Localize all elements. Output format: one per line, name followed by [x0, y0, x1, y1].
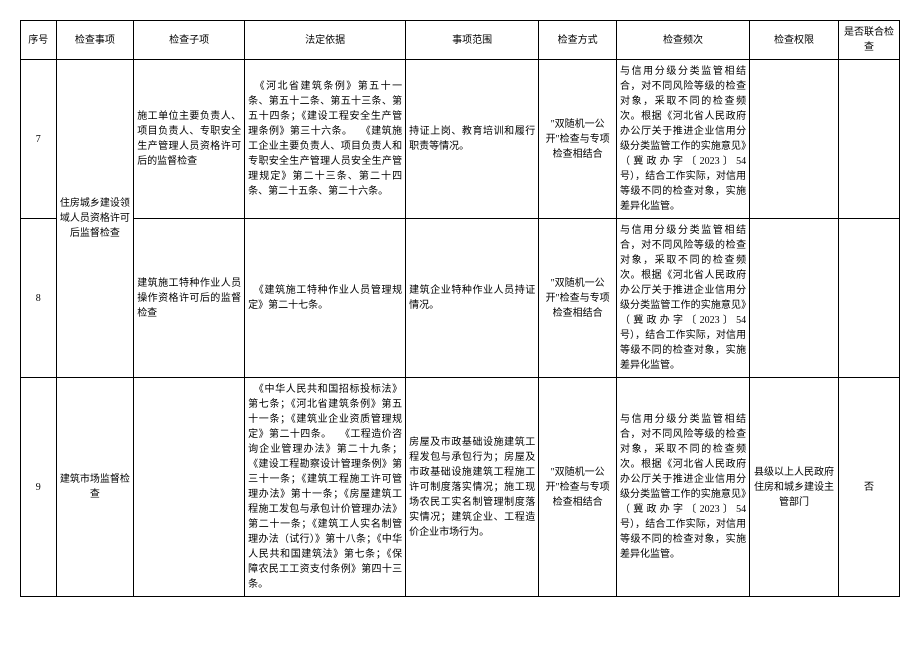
cell-basis: 《建筑施工特种作业人员管理规定》第二十七条。: [245, 219, 406, 378]
header-method: 检查方式: [539, 21, 617, 60]
table-row: 9 建筑市场监督检查 《中华人民共和国招标投标法》第七条；《河北省建筑条例》第五…: [21, 378, 900, 597]
cell-method: "双随机一公开"检查与专项检查相结合: [539, 378, 617, 597]
cell-subitem: 建筑施工特种作业人员操作资格许可后的监督检查: [134, 219, 245, 378]
cell-method: "双随机一公开"检查与专项检查相结合: [539, 219, 617, 378]
header-item: 检查事项: [56, 21, 134, 60]
header-joint: 是否联合检查: [838, 21, 899, 60]
table-row: 8 建筑施工特种作业人员操作资格许可后的监督检查 《建筑施工特种作业人员管理规定…: [21, 219, 900, 378]
cell-basis: 《河北省建筑条例》第五十一条、第五十二条、第五十三条、第五十四条；《建设工程安全…: [245, 60, 406, 219]
cell-method: "双随机一公开"检查与专项检查相结合: [539, 60, 617, 219]
cell-subitem: [134, 378, 245, 597]
cell-subitem: 施工单位主要负责人、项目负责人、专职安全生产管理人员资格许可后的监督检查: [134, 60, 245, 219]
cell-joint: [838, 219, 899, 378]
cell-auth: [750, 60, 839, 219]
cell-seq: 7: [21, 60, 57, 219]
table-header-row: 序号 检查事项 检查子项 法定依据 事项范围 检查方式 检查频次 检查权限 是否…: [21, 21, 900, 60]
cell-freq: 与信用分级分类监管相结合，对不同风险等级的检查对象，采取不同的检查频次。根据《河…: [616, 60, 749, 219]
cell-item: 建筑市场监督检查: [56, 378, 134, 597]
cell-joint: [838, 60, 899, 219]
cell-scope: 建筑企业特种作业人员持证情况。: [406, 219, 539, 378]
cell-scope: 持证上岗、教育培训和履行职责等情况。: [406, 60, 539, 219]
cell-joint: 否: [838, 378, 899, 597]
header-scope: 事项范围: [406, 21, 539, 60]
header-freq: 检查频次: [616, 21, 749, 60]
cell-freq: 与信用分级分类监管相结合，对不同风险等级的检查对象，采取不同的检查频次。根据《河…: [616, 378, 749, 597]
cell-auth: 县级以上人民政府住房和城乡建设主管部门: [750, 378, 839, 597]
cell-seq: 9: [21, 378, 57, 597]
inspection-table: 序号 检查事项 检查子项 法定依据 事项范围 检查方式 检查频次 检查权限 是否…: [20, 20, 900, 597]
header-seq: 序号: [21, 21, 57, 60]
cell-basis: 《中华人民共和国招标投标法》第七条；《河北省建筑条例》第五十一条；《建筑业企业资…: [245, 378, 406, 597]
cell-seq: 8: [21, 219, 57, 378]
header-basis: 法定依据: [245, 21, 406, 60]
header-subitem: 检查子项: [134, 21, 245, 60]
cell-item: 住房城乡建设领域人员资格许可后监督检查: [56, 60, 134, 378]
cell-scope: 房屋及市政基础设施建筑工程发包与承包行为；房屋及市政基础设施建筑工程施工许可制度…: [406, 378, 539, 597]
cell-auth: [750, 219, 839, 378]
cell-freq: 与信用分级分类监管相结合，对不同风险等级的检查对象，采取不同的检查频次。根据《河…: [616, 219, 749, 378]
table-row: 7 住房城乡建设领域人员资格许可后监督检查 施工单位主要负责人、项目负责人、专职…: [21, 60, 900, 219]
header-auth: 检查权限: [750, 21, 839, 60]
